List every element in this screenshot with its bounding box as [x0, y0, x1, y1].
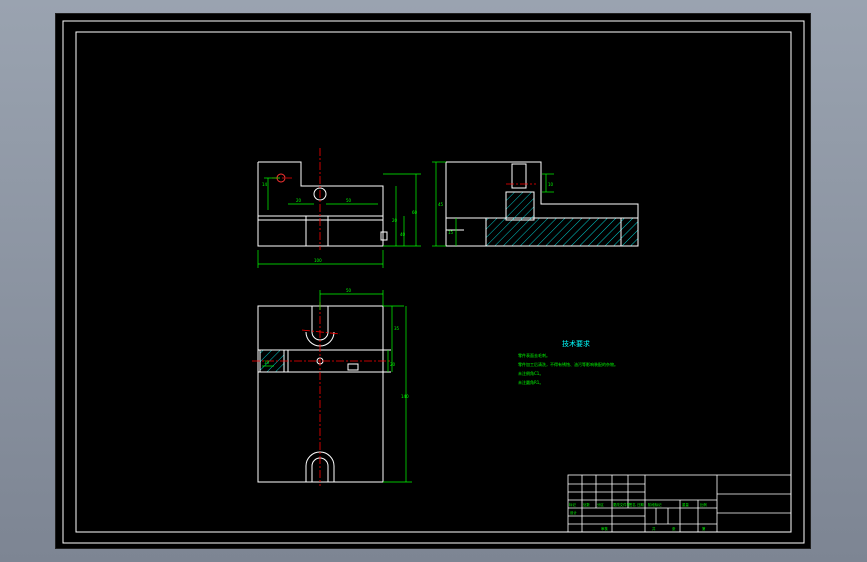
dim-hole-offset: 14: [262, 182, 268, 187]
dim-height-total: 60: [412, 210, 418, 215]
tech-req-line-1: 零件表面去毛刺。: [518, 352, 550, 358]
side-view-section-hatch: [485, 217, 639, 247]
cad-viewport[interactable]: 14 20 50 100 20 40 60 10 45 15 50 35 20 …: [0, 0, 867, 562]
front-view-tab: [380, 231, 388, 241]
top-view-key: [347, 363, 359, 371]
tb-label-review: 审核: [601, 526, 608, 531]
dim-slot-width: 50: [346, 288, 352, 293]
top-view-dim-texts: 50 35 20 10 140: [264, 288, 409, 399]
tb-label-sheet-no: 第: [702, 526, 706, 531]
dim-overall-length: 140: [401, 394, 409, 399]
drawing-sheet[interactable]: 14 20 50 100 20 40 60 10 45 15 50 35 20 …: [55, 13, 811, 549]
outer-frame: [62, 20, 805, 544]
tb-label-sheet: 张: [672, 526, 676, 531]
dim-height-mid: 40: [400, 232, 406, 237]
top-view-dimensions: [262, 290, 412, 483]
tech-req-title: 技术要求: [562, 339, 590, 348]
dim-left-small: 10: [264, 360, 270, 365]
title-block-labels: 标记 处数 分区 更改文件号 签名 日期 阶段标记 重量 比例 设计 审核 共 …: [569, 502, 707, 531]
dim-side-height-total: 45: [438, 202, 444, 207]
tech-req-line-3: 未注倒角C1。: [518, 370, 543, 376]
tb-label-stage: 阶段标记: [648, 502, 662, 507]
dim-right-width: 50: [346, 198, 352, 203]
tb-label-scale: 比例: [700, 502, 707, 507]
top-view-outline: [257, 305, 384, 483]
tech-req-line-4: 未注圆角R1。: [518, 379, 543, 385]
top-view[interactable]: [257, 305, 391, 483]
technical-requirements[interactable]: 技术要求 零件表面去毛刺。 零件加工后清洗，不得有锈蚀、油污等影响装配的杂物。 …: [518, 339, 618, 385]
tb-label-marker: 标记: [569, 502, 576, 507]
tb-label-count: 处数: [583, 502, 590, 507]
tech-req-line-2: 零件加工后清洗，不得有锈蚀、油污等影响装配的杂物。: [518, 361, 618, 367]
side-view[interactable]: [445, 161, 639, 247]
dim-slot-height: 20: [390, 362, 396, 367]
tb-label-zone: 分区: [597, 502, 604, 507]
dim-left-width: 20: [296, 198, 302, 203]
tb-label-weight: 重量: [682, 502, 689, 507]
dim-overall-width: 100: [314, 258, 322, 263]
tb-label-total: 共: [652, 526, 656, 531]
tb-label-design: 设计: [570, 510, 577, 515]
dim-slot-depth: 10: [548, 182, 554, 187]
tb-label-date: 日期: [637, 502, 644, 507]
front-view-dim-texts: 14 20 50 100 20 40 60: [262, 182, 418, 263]
dim-height-top: 20: [392, 218, 398, 223]
side-view-boss-hatch: [505, 191, 535, 221]
tb-label-change-doc: 更改文件号: [613, 502, 631, 507]
dim-top-offset: 35: [394, 326, 400, 331]
inner-frame: [75, 31, 792, 533]
tb-label-signature: 签名: [629, 502, 636, 507]
dim-side-height-lower: 15: [448, 230, 454, 235]
drawing-canvas[interactable]: 14 20 50 100 20 40 60 10 45 15 50 35 20 …: [56, 14, 812, 550]
